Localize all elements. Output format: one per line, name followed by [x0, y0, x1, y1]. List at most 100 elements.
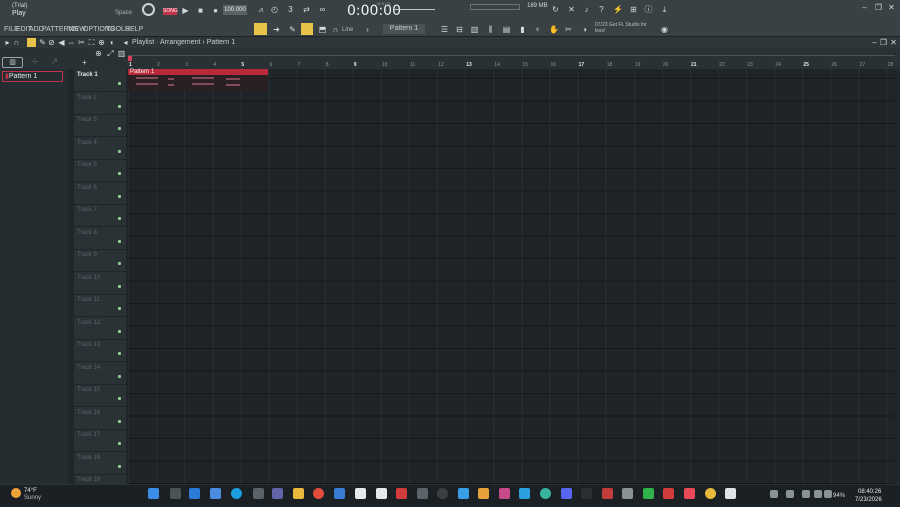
time-display[interactable]: 0:00:00	[347, 3, 401, 19]
menu-help[interactable]: HELP	[125, 26, 143, 34]
track-row[interactable]: Track 2	[74, 92, 126, 115]
info-icon[interactable]: ⓘ	[644, 5, 653, 14]
slip-tool-icon[interactable]: ⇔	[67, 38, 76, 47]
tool-mode-label[interactable]: Line	[342, 27, 353, 34]
pattern-selector[interactable]: Pattern 1	[383, 24, 425, 34]
tip-icon[interactable]: ⚡	[613, 5, 623, 14]
start-icon[interactable]	[148, 488, 159, 499]
plugin-icon[interactable]: ⊞	[629, 5, 638, 14]
track-mute-led[interactable]	[118, 172, 121, 175]
mic-tray-icon[interactable]	[770, 490, 778, 498]
battery-icon[interactable]	[824, 490, 832, 498]
track-row[interactable]: Track 16	[74, 407, 126, 430]
track-plus-icon[interactable]: ⊕	[94, 49, 103, 58]
chevron-left-icon[interactable]: ◂	[121, 38, 130, 47]
app-icon-12[interactable]	[581, 488, 592, 499]
track-mute-led[interactable]	[118, 374, 121, 378]
window-minimize-icon[interactable]: –	[870, 38, 879, 47]
track-mute-led[interactable]	[118, 149, 121, 153]
camera-icon[interactable]	[622, 488, 633, 499]
tray-icon-1[interactable]	[786, 490, 794, 498]
track-row[interactable]: Track 3	[74, 114, 126, 137]
countdown-icon[interactable]: 3	[286, 5, 295, 14]
news-icon[interactable]: ◉	[660, 25, 669, 34]
teams-icon[interactable]	[272, 488, 283, 499]
edison-icon[interactable]: ✂	[564, 25, 573, 34]
project-icon[interactable]: ◑	[580, 25, 589, 34]
loop-record-icon[interactable]: ∞	[318, 5, 327, 14]
track-view-icon[interactable]: ▥	[117, 49, 126, 58]
track-row[interactable]: Track 13	[74, 339, 126, 362]
pattern-clip[interactable]: Pattern 1	[128, 69, 268, 91]
wait-icon[interactable]: ◴	[270, 5, 279, 14]
record-icon[interactable]: ●	[211, 6, 220, 15]
track-row[interactable]: Track 14	[74, 362, 126, 385]
app-icon-6[interactable]	[396, 488, 407, 499]
stop-icon[interactable]: ■	[196, 6, 205, 15]
notion-icon[interactable]	[376, 488, 387, 499]
track-mute-led[interactable]	[118, 307, 121, 310]
menu-arrow-icon[interactable]: ▸	[3, 38, 12, 47]
metronome-icon[interactable]: ⩘	[256, 5, 265, 14]
download-icon[interactable]: ⤓	[660, 5, 669, 14]
app-icon-7[interactable]	[417, 488, 428, 499]
track-row[interactable]: Track 12	[74, 317, 126, 340]
file-icon[interactable]: ▮	[518, 25, 527, 34]
track-mute-led[interactable]	[118, 239, 121, 243]
app-icon-5[interactable]	[355, 488, 366, 499]
app-icon-10[interactable]	[519, 488, 530, 499]
playlist-icon[interactable]: ☰	[440, 25, 449, 34]
app-icon-8[interactable]	[458, 488, 469, 499]
microphone-icon[interactable]: ♪	[582, 5, 591, 14]
track-row[interactable]: Track 15	[74, 384, 126, 407]
magnet-snap-icon[interactable]: ∩	[12, 38, 21, 47]
app-icon-11[interactable]	[540, 488, 551, 499]
track-row[interactable]: Track 1	[74, 69, 126, 92]
pattern-view-icon[interactable]: ▥	[2, 57, 23, 68]
select-tool-icon[interactable]: ⛶	[87, 38, 96, 47]
app-icon-13[interactable]	[602, 488, 613, 499]
track-row[interactable]: Track 18	[74, 452, 126, 475]
track-row[interactable]: Track 5	[74, 159, 126, 182]
app-icon-16[interactable]	[725, 488, 736, 499]
clock-date[interactable]: 7/23/2026	[855, 497, 882, 504]
piano-roll-icon[interactable]: ⊟	[455, 25, 464, 34]
zoom-tool-icon[interactable]: ⊕	[97, 38, 106, 47]
master-volume-slider[interactable]	[393, 9, 435, 10]
fl-studio-icon[interactable]	[478, 488, 489, 499]
track-mute-led[interactable]	[118, 194, 121, 198]
track-mute-led[interactable]	[118, 442, 121, 445]
pattern-edit-icon[interactable]: ↗	[50, 57, 59, 66]
app-icon-1[interactable]	[189, 488, 200, 499]
track-arrow-icon[interactable]: ⤢	[106, 49, 115, 58]
track-mute-led[interactable]	[118, 419, 121, 423]
tools-icon[interactable]: ✕	[567, 5, 576, 14]
magnet-icon[interactable]: ∩	[331, 25, 340, 34]
cpu-meter-icon[interactable]	[142, 3, 155, 16]
draw-tool-icon[interactable]	[27, 38, 36, 47]
delete-tool-icon[interactable]: ⊘	[47, 38, 56, 47]
plugin-picker-icon[interactable]: ♆	[533, 25, 542, 34]
track-mute-led[interactable]	[118, 284, 121, 288]
playback-tool-icon[interactable]: ◖	[107, 38, 116, 47]
app-icon-14[interactable]	[663, 488, 674, 499]
track-row[interactable]: Track 9	[74, 249, 126, 272]
help-icon[interactable]: ?	[597, 5, 606, 14]
track-row[interactable]: Track 11	[74, 294, 126, 317]
discord-icon[interactable]	[561, 488, 572, 499]
track-row[interactable]: Track 17	[74, 429, 126, 452]
window-close-icon[interactable]: ✕	[889, 38, 898, 47]
whatsapp-icon[interactable]	[643, 488, 654, 499]
chrome-icon[interactable]	[313, 488, 324, 499]
volume-icon[interactable]	[814, 490, 822, 498]
paint-icon[interactable]: ⬒	[318, 25, 327, 34]
refresh-icon[interactable]: ↻	[551, 5, 560, 14]
track-mute-led[interactable]	[118, 352, 121, 355]
minimize-icon[interactable]: –	[860, 3, 869, 12]
app-icon-3[interactable]	[253, 488, 264, 499]
media-player-icon[interactable]	[437, 488, 448, 499]
mixer-icon[interactable]: ⫼	[486, 25, 495, 34]
arrow-icon[interactable]: ➜	[272, 25, 281, 34]
track-row[interactable]: Track 6	[74, 182, 126, 205]
tempo-display[interactable]: 100.000	[223, 5, 247, 15]
